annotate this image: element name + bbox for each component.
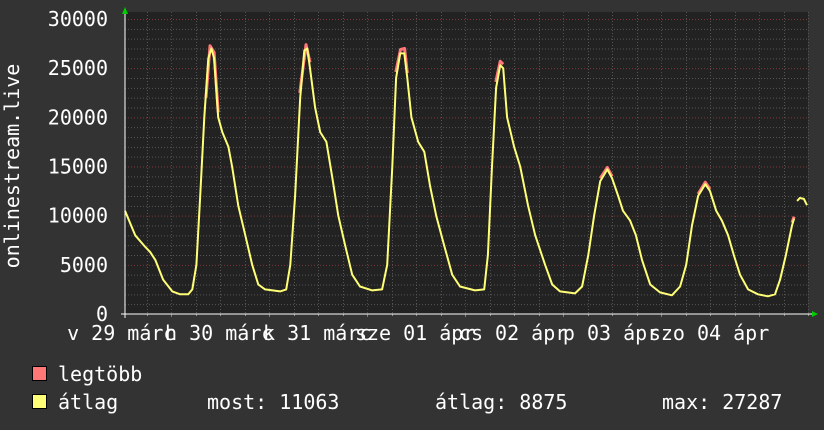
x-tick-label: h 30 márc bbox=[165, 321, 273, 345]
legend-swatch-avg bbox=[32, 394, 47, 409]
y-tick-label: 30000 bbox=[48, 7, 108, 31]
x-tick-label: sze 01 ápr bbox=[355, 321, 475, 345]
x-tick-label: v 29 márc bbox=[67, 321, 175, 345]
y-axis-arrow-icon bbox=[122, 7, 128, 14]
y-axis-label: onlinestream.live bbox=[0, 64, 24, 269]
x-tick-label: p 03 ápr bbox=[563, 321, 659, 345]
x-tick-label: cs 02 ápr bbox=[459, 321, 567, 345]
legend-swatch-max bbox=[32, 366, 47, 381]
y-tick-label: 15000 bbox=[48, 155, 108, 179]
x-axis-arrow-icon bbox=[812, 311, 818, 317]
legend-current-value: most: 11063 bbox=[207, 390, 340, 414]
plot-area bbox=[125, 12, 808, 314]
x-axis-ticks: v 29 márch 30 márck 31 márcsze 01 áprcs … bbox=[67, 321, 769, 345]
y-tick-label: 10000 bbox=[48, 204, 108, 228]
y-tick-label: 20000 bbox=[48, 105, 108, 129]
legend-max-value: max: 27287 bbox=[662, 390, 783, 414]
legend-max-label: legtöbb bbox=[58, 362, 143, 386]
x-tick-label: szo 04 ápr bbox=[649, 321, 769, 345]
y-tick-label: 25000 bbox=[48, 56, 108, 80]
y-axis-ticks: 050001000015000200002500030000 bbox=[48, 7, 108, 326]
legend-avg-label: átlag bbox=[58, 390, 119, 414]
legend-average-value: átlag: 8875 bbox=[435, 390, 568, 414]
y-tick-label: 5000 bbox=[60, 253, 108, 277]
